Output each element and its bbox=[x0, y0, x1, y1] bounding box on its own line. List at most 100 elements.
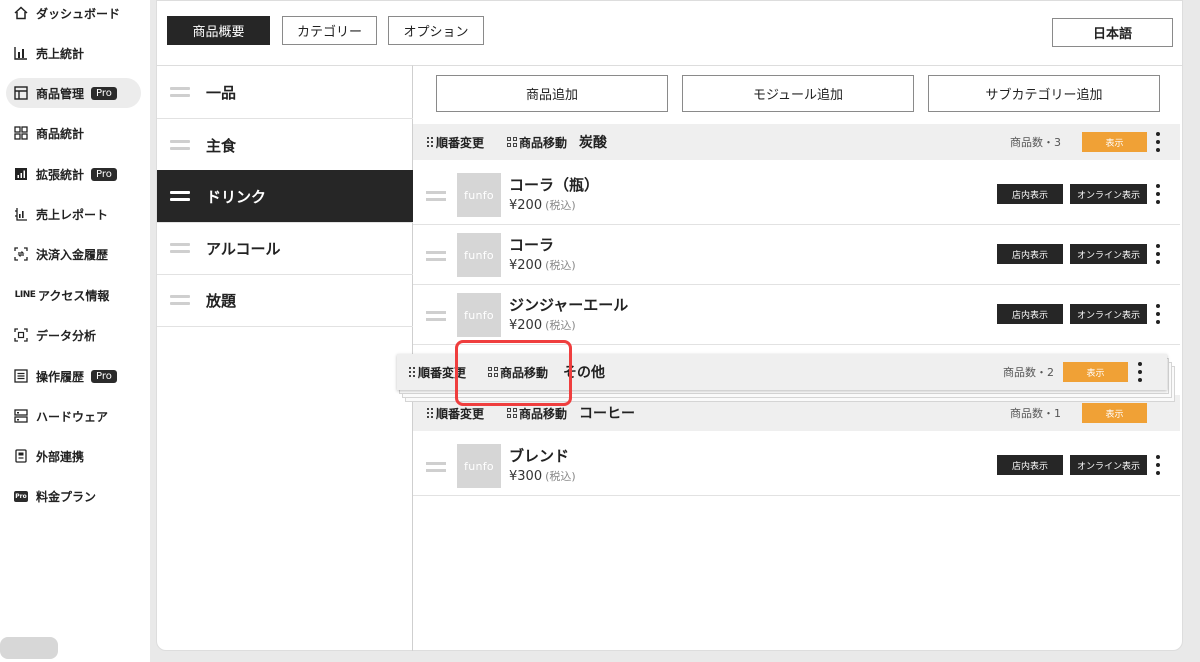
tab-product-overview[interactable]: 商品概要 bbox=[167, 16, 270, 45]
store-display-button[interactable]: 店内表示 bbox=[997, 244, 1063, 264]
more-options-icon[interactable] bbox=[1155, 132, 1161, 152]
drag-handle-icon[interactable] bbox=[426, 191, 446, 201]
sidebar-item-label: データ分析 bbox=[36, 328, 97, 343]
online-display-button[interactable]: オンライン表示 bbox=[1070, 455, 1147, 475]
subcategory-title: コーヒー bbox=[579, 406, 635, 422]
store-display-button[interactable]: 店内表示 bbox=[997, 184, 1063, 204]
reorder-button[interactable]: 順番変更 bbox=[427, 134, 484, 151]
drag-handle-icon[interactable] bbox=[170, 191, 190, 201]
hardware-icon bbox=[14, 409, 28, 423]
category-label: 主食 bbox=[206, 136, 237, 155]
more-options-icon[interactable] bbox=[1155, 244, 1161, 264]
category-item[interactable]: 一品 bbox=[157, 66, 413, 119]
sidebar-item-operation-history[interactable]: 操作履歴 Pro bbox=[6, 361, 141, 391]
sidebar-item-hardware[interactable]: ハードウェア bbox=[6, 401, 141, 431]
reorder-button[interactable]: 順番変更 bbox=[427, 405, 484, 422]
sidebar-item-label: 売上統計 bbox=[36, 46, 85, 61]
move-product-button[interactable]: 商品移動 bbox=[507, 134, 567, 151]
category-item[interactable]: 主食 bbox=[157, 119, 413, 172]
online-display-button[interactable]: オンライン表示 bbox=[1070, 244, 1147, 264]
home-icon bbox=[14, 6, 28, 20]
product-row[interactable]: funfo コーラ ¥200 (税込) 店内表示 オンライン表示 bbox=[413, 225, 1180, 285]
show-toggle-button[interactable]: 表示 bbox=[1082, 403, 1147, 423]
sidebar-item-extended-stats[interactable]: 拡張統計 Pro bbox=[6, 159, 141, 189]
more-options-icon[interactable] bbox=[1155, 184, 1161, 204]
subcategory-title: 炭酸 bbox=[579, 135, 607, 151]
grid-icon bbox=[507, 137, 517, 147]
product-name: ブレンド bbox=[509, 447, 570, 465]
sidebar-item-product-stats[interactable]: 商品統計 bbox=[6, 118, 141, 148]
sidebar-item-label: 拡張統計 bbox=[36, 167, 85, 182]
category-label: 一品 bbox=[206, 83, 237, 102]
show-toggle-button[interactable]: 表示 bbox=[1063, 362, 1128, 382]
product-row[interactable]: funfo ジンジャーエール ¥200 (税込) 店内表示 オンライン表示 bbox=[413, 285, 1180, 345]
sidebar-item-product-management[interactable]: 商品管理 Pro bbox=[6, 78, 141, 108]
reorder-label: 順番変更 bbox=[436, 406, 485, 421]
category-label: アルコール bbox=[206, 239, 281, 258]
sidebar-item-dashboard[interactable]: ダッシュボード bbox=[6, 0, 141, 28]
sidebar-item-label: 商品管理 bbox=[36, 86, 85, 101]
highlight-box bbox=[455, 340, 572, 406]
sidebar-item-label: 料金プラン bbox=[36, 489, 97, 504]
layout-icon bbox=[14, 86, 28, 100]
store-display-button[interactable]: 店内表示 bbox=[997, 455, 1063, 475]
drag-handle-icon[interactable] bbox=[426, 311, 446, 321]
category-item[interactable]: アルコール bbox=[157, 222, 413, 275]
add-module-button[interactable]: モジュール追加 bbox=[682, 75, 914, 112]
drag-handle-icon[interactable] bbox=[426, 251, 446, 261]
drag-handle-icon[interactable] bbox=[170, 243, 190, 253]
document-icon bbox=[14, 449, 28, 463]
show-toggle-button[interactable]: 表示 bbox=[1082, 132, 1147, 152]
move-label: 商品移動 bbox=[519, 135, 568, 150]
product-row[interactable]: funfo コーラ（瓶） ¥200 (税込) 店内表示 オンライン表示 bbox=[413, 165, 1180, 225]
subcategory-header: 順番変更 商品移動 炭酸 商品数・3 表示 bbox=[413, 124, 1180, 160]
grid-icon bbox=[14, 126, 28, 140]
stats-icon bbox=[14, 167, 28, 181]
pro-badge: Pro bbox=[91, 369, 117, 383]
language-button[interactable]: 日本語 bbox=[1052, 18, 1173, 47]
drag-handle-icon[interactable] bbox=[170, 295, 190, 305]
move-label: 商品移動 bbox=[519, 406, 568, 421]
category-item-active[interactable]: ドリンク bbox=[157, 170, 413, 223]
tab-category[interactable]: カテゴリー bbox=[282, 16, 377, 45]
product-price: ¥300 (税込) bbox=[509, 469, 576, 484]
product-row[interactable]: funfo ブレンド ¥300 (税込) 店内表示 オンライン表示 bbox=[413, 436, 1180, 496]
drag-dots-icon bbox=[427, 408, 433, 418]
product-price: ¥200 (税込) bbox=[509, 198, 576, 213]
product-count: 商品数・1 bbox=[1010, 407, 1061, 420]
online-display-button[interactable]: オンライン表示 bbox=[1070, 304, 1147, 324]
sidebar-item-label: ダッシュボード bbox=[36, 6, 121, 21]
product-thumbnail: funfo bbox=[457, 293, 501, 337]
more-options-icon[interactable] bbox=[1137, 362, 1143, 382]
more-options-icon[interactable] bbox=[1155, 455, 1161, 475]
sidebar-item-label: 決済入金履歴 bbox=[36, 247, 109, 262]
product-thumbnail: funfo bbox=[457, 444, 501, 488]
product-count: 商品数・3 bbox=[1010, 136, 1061, 149]
sidebar-item-sales-report[interactable]: 売上レポート bbox=[6, 199, 141, 229]
sidebar-item-access-info[interactable]: LINE アクセス情報 bbox=[6, 280, 141, 310]
pro-icon: Pro bbox=[14, 490, 28, 502]
more-options-icon[interactable] bbox=[1155, 304, 1161, 324]
store-display-button[interactable]: 店内表示 bbox=[997, 304, 1063, 324]
drag-handle-icon[interactable] bbox=[170, 140, 190, 150]
product-thumbnail: funfo bbox=[457, 173, 501, 217]
sidebar-item-label: 操作履歴 bbox=[36, 369, 85, 384]
grid-icon bbox=[507, 408, 517, 418]
add-product-button[interactable]: 商品追加 bbox=[436, 75, 668, 112]
online-display-button[interactable]: オンライン表示 bbox=[1070, 184, 1147, 204]
product-price: ¥200 (税込) bbox=[509, 258, 576, 273]
product-count: 商品数・2 bbox=[1003, 366, 1054, 379]
drag-handle-icon[interactable] bbox=[426, 462, 446, 472]
sidebar-item-sales-stats[interactable]: 売上統計 bbox=[6, 38, 141, 68]
blurred-element bbox=[0, 637, 58, 659]
sidebar-item-pricing-plan[interactable]: Pro 料金プラン bbox=[6, 481, 141, 511]
drag-handle-icon[interactable] bbox=[170, 87, 190, 97]
sidebar-item-external-integration[interactable]: 外部連携 bbox=[6, 441, 141, 471]
add-subcategory-button[interactable]: サブカテゴリー追加 bbox=[928, 75, 1160, 112]
tab-options[interactable]: オプション bbox=[388, 16, 484, 45]
sidebar-item-payment-history[interactable]: 決済入金履歴 bbox=[6, 239, 141, 269]
category-item[interactable]: 放題 bbox=[157, 274, 413, 327]
sidebar-item-label: アクセス情報 bbox=[38, 288, 110, 303]
sidebar-item-data-analysis[interactable]: データ分析 bbox=[6, 320, 141, 350]
move-product-button[interactable]: 商品移動 bbox=[507, 405, 567, 422]
